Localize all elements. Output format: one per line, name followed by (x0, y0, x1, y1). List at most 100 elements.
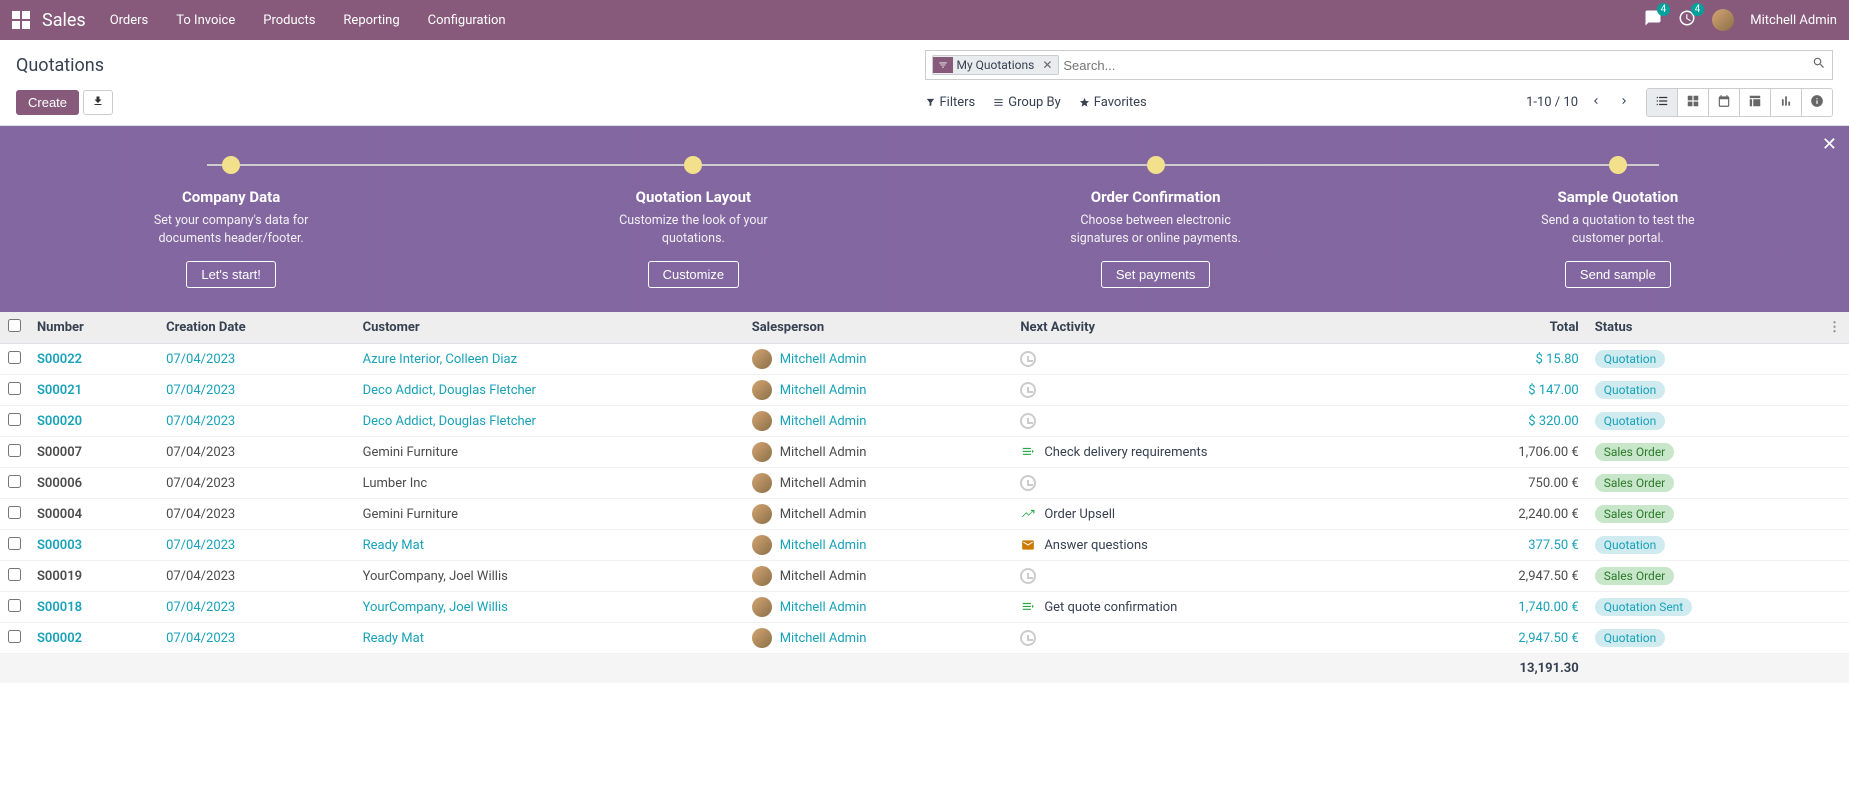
activity-clock-icon[interactable] (1020, 351, 1036, 367)
row-total[interactable]: $ 15.80 (1536, 352, 1579, 367)
table-row[interactable]: S00003 07/04/2023 Ready Mat Mitchell Adm… (0, 530, 1849, 561)
row-total[interactable]: $ 147.00 (1528, 383, 1579, 398)
view-graph-icon[interactable] (1771, 89, 1802, 116)
user-name[interactable]: Mitchell Admin (1750, 13, 1837, 28)
table-row[interactable]: S00004 07/04/2023 Gemini Furniture Mitch… (0, 499, 1849, 530)
table-row[interactable]: S00021 07/04/2023 Deco Addict, Douglas F… (0, 375, 1849, 406)
row-date[interactable]: 07/04/2023 (166, 352, 235, 367)
row-number[interactable]: S00003 (37, 538, 82, 553)
header-total[interactable]: Total (1430, 312, 1587, 344)
row-checkbox[interactable] (8, 506, 21, 519)
row-customer[interactable]: Deco Addict, Douglas Fletcher (363, 414, 536, 429)
activities-icon[interactable]: 4 (1678, 9, 1696, 31)
menu-to-invoice[interactable]: To Invoice (176, 13, 235, 28)
activity-clock-icon[interactable] (1020, 413, 1036, 429)
row-customer[interactable]: Ready Mat (363, 631, 424, 646)
row-checkbox[interactable] (8, 444, 21, 457)
view-activity-icon[interactable] (1802, 89, 1832, 116)
favorites-button[interactable]: Favorites (1079, 95, 1147, 110)
row-number[interactable]: S00022 (37, 352, 82, 367)
download-button[interactable] (83, 90, 113, 115)
row-total[interactable]: 2,947.50 € (1518, 631, 1578, 646)
table-row[interactable]: S00007 07/04/2023 Gemini Furniture Mitch… (0, 437, 1849, 468)
row-checkbox[interactable] (8, 630, 21, 643)
row-number[interactable]: S00018 (37, 600, 82, 615)
header-customer[interactable]: Customer (355, 312, 744, 344)
table-row[interactable]: S00020 07/04/2023 Deco Addict, Douglas F… (0, 406, 1849, 437)
table-row[interactable]: S00002 07/04/2023 Ready Mat Mitchell Adm… (0, 623, 1849, 654)
row-checkbox[interactable] (8, 568, 21, 581)
header-creation[interactable]: Creation Date (158, 312, 355, 344)
row-number[interactable]: S00021 (37, 383, 82, 398)
row-date[interactable]: 07/04/2023 (166, 631, 235, 646)
menu-reporting[interactable]: Reporting (343, 13, 399, 28)
header-options-icon[interactable]: ⋮ (1820, 312, 1849, 344)
view-list-icon[interactable] (1647, 89, 1678, 116)
row-number[interactable]: S00002 (37, 631, 82, 646)
row-checkbox[interactable] (8, 475, 21, 488)
menu-orders[interactable]: Orders (110, 13, 149, 28)
row-activity[interactable]: Get quote confirmation (1020, 600, 1422, 615)
table-row[interactable]: S00019 07/04/2023 YourCompany, Joel Will… (0, 561, 1849, 592)
row-activity[interactable]: Check delivery requirements (1020, 445, 1422, 460)
header-salesperson[interactable]: Salesperson (744, 312, 1013, 344)
row-activity[interactable] (1020, 568, 1422, 584)
row-activity[interactable]: Answer questions (1020, 538, 1422, 553)
row-activity[interactable] (1020, 382, 1422, 398)
create-button[interactable]: Create (16, 90, 79, 115)
row-salesperson[interactable]: Mitchell Admin (780, 631, 867, 646)
row-salesperson[interactable]: Mitchell Admin (780, 352, 867, 367)
row-number[interactable]: S00020 (37, 414, 82, 429)
menu-configuration[interactable]: Configuration (428, 13, 506, 28)
search-box[interactable]: My Quotations ✕ (925, 50, 1834, 80)
onboarding-step-button[interactable]: Set payments (1101, 261, 1211, 288)
row-checkbox[interactable] (8, 351, 21, 364)
row-customer[interactable]: Deco Addict, Douglas Fletcher (363, 383, 536, 398)
row-total[interactable]: 1,740.00 € (1518, 600, 1578, 615)
onboarding-step-button[interactable]: Customize (648, 261, 739, 288)
pager-text[interactable]: 1-10 / 10 (1526, 95, 1578, 110)
facet-remove-icon[interactable]: ✕ (1040, 58, 1058, 72)
row-date[interactable]: 07/04/2023 (166, 600, 235, 615)
row-activity[interactable] (1020, 413, 1422, 429)
user-avatar[interactable] (1712, 9, 1734, 31)
header-activity[interactable]: Next Activity (1012, 312, 1430, 344)
activity-clock-icon[interactable] (1020, 475, 1036, 491)
row-checkbox[interactable] (8, 599, 21, 612)
row-checkbox[interactable] (8, 382, 21, 395)
activity-clock-icon[interactable] (1020, 382, 1036, 398)
row-checkbox[interactable] (8, 413, 21, 426)
pager-next-icon[interactable] (1614, 91, 1634, 115)
row-activity[interactable] (1020, 475, 1422, 491)
filters-button[interactable]: Filters (925, 95, 976, 110)
groupby-button[interactable]: Group By (993, 95, 1061, 110)
table-row[interactable]: S00006 07/04/2023 Lumber Inc Mitchell Ad… (0, 468, 1849, 499)
activity-clock-icon[interactable] (1020, 630, 1036, 646)
view-calendar-icon[interactable] (1709, 89, 1740, 116)
row-checkbox[interactable] (8, 537, 21, 550)
view-pivot-icon[interactable] (1740, 89, 1771, 116)
row-salesperson[interactable]: Mitchell Admin (780, 383, 867, 398)
row-date[interactable]: 07/04/2023 (166, 383, 235, 398)
row-date[interactable]: 07/04/2023 (166, 538, 235, 553)
row-salesperson[interactable]: Mitchell Admin (780, 600, 867, 615)
close-icon[interactable]: ✕ (1822, 134, 1837, 155)
row-activity[interactable] (1020, 351, 1422, 367)
table-row[interactable]: S00018 07/04/2023 YourCompany, Joel Will… (0, 592, 1849, 623)
onboarding-step-button[interactable]: Let's start! (186, 261, 276, 288)
row-customer[interactable]: Ready Mat (363, 538, 424, 553)
row-activity[interactable]: Order Upsell (1020, 507, 1422, 522)
header-status[interactable]: Status (1587, 312, 1820, 344)
search-input[interactable] (1059, 54, 1812, 77)
row-salesperson[interactable]: Mitchell Admin (780, 538, 867, 553)
table-row[interactable]: S00022 07/04/2023 Azure Interior, Collee… (0, 344, 1849, 375)
row-customer[interactable]: YourCompany, Joel Willis (363, 600, 508, 615)
onboarding-step-button[interactable]: Send sample (1565, 261, 1671, 288)
menu-products[interactable]: Products (263, 13, 315, 28)
row-total[interactable]: $ 320.00 (1528, 414, 1579, 429)
pager-prev-icon[interactable] (1586, 91, 1606, 115)
select-all-checkbox[interactable] (8, 319, 21, 332)
apps-icon[interactable] (12, 11, 30, 29)
row-salesperson[interactable]: Mitchell Admin (780, 414, 867, 429)
activity-clock-icon[interactable] (1020, 568, 1036, 584)
